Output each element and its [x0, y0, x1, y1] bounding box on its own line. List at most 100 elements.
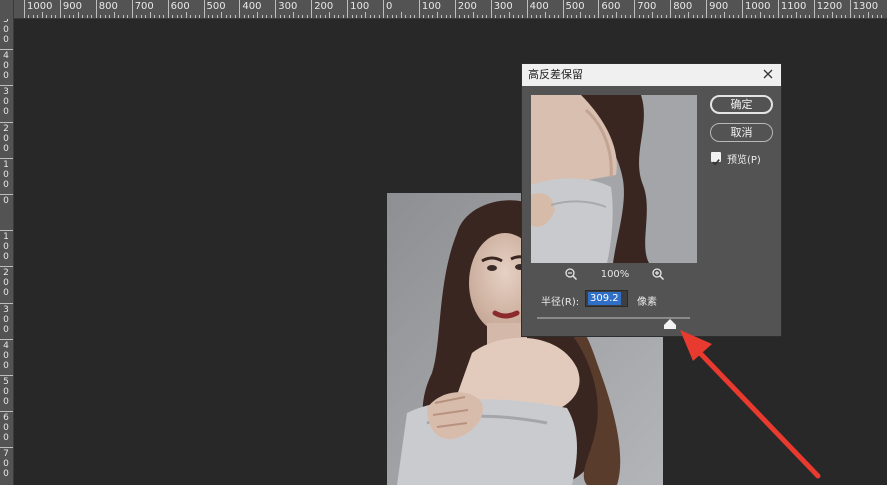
ruler-tick-label: 400	[242, 1, 262, 12]
ruler-minor-tick	[647, 15, 649, 18]
ruler-tick-label: 800	[673, 1, 693, 12]
ruler-minor-tick	[607, 15, 609, 18]
ruler-minor-tick	[818, 15, 820, 18]
ruler-minor-tick	[679, 15, 681, 18]
ruler-minor-tick	[809, 15, 811, 18]
ruler-minor-tick	[252, 15, 254, 18]
ruler-minor-tick	[302, 15, 304, 18]
radius-slider-handle[interactable]	[664, 319, 676, 329]
ruler-minor-tick	[504, 15, 506, 18]
cancel-button[interactable]: 取消	[710, 123, 773, 142]
ruler-minor-tick	[423, 15, 425, 18]
ruler-minor-tick	[243, 15, 245, 18]
filter-preview[interactable]	[531, 95, 697, 263]
ruler-minor-tick	[836, 15, 838, 18]
zoom-in-icon[interactable]	[651, 267, 665, 281]
ruler-minor-tick	[477, 15, 479, 18]
ruler-major-tick	[777, 0, 779, 18]
ruler-minor-tick	[728, 15, 730, 18]
ruler-minor-tick	[737, 15, 739, 18]
ruler-major-tick	[0, 266, 13, 268]
ruler-minor-tick	[257, 12, 259, 18]
ruler-minor-tick	[320, 15, 322, 18]
ruler-minor-tick	[652, 12, 654, 18]
preview-image	[531, 95, 697, 263]
ruler-minor-tick	[580, 12, 582, 18]
ruler-minor-tick	[854, 15, 856, 18]
ruler-minor-tick	[656, 15, 658, 18]
ruler-minor-tick	[724, 12, 726, 18]
ruler-minor-tick	[315, 15, 317, 18]
ruler-minor-tick	[827, 15, 829, 18]
ruler-minor-tick	[638, 15, 640, 18]
ruler-minor-tick	[324, 15, 326, 18]
radius-unit-label: 像素	[637, 297, 657, 308]
close-icon[interactable]	[761, 67, 775, 81]
ruler-minor-tick	[225, 15, 227, 18]
dialog-titlebar[interactable]: 高反差保留	[522, 64, 781, 86]
ruler-minor-tick	[145, 15, 147, 18]
ruler-major-tick	[59, 0, 61, 18]
ruler-major-tick	[275, 0, 277, 18]
ruler-minor-tick	[575, 15, 577, 18]
ruler-minor-tick	[378, 15, 380, 18]
ruler-minor-tick	[674, 15, 676, 18]
ruler-minor-tick	[593, 15, 595, 18]
ruler-minor-tick	[284, 15, 286, 18]
ruler-minor-tick	[387, 15, 389, 18]
ruler-minor-tick	[414, 15, 416, 18]
ruler-minor-tick	[351, 15, 353, 18]
ruler-minor-tick	[445, 15, 447, 18]
ruler-minor-tick	[768, 15, 770, 18]
ruler-minor-tick	[400, 12, 402, 18]
ruler-minor-tick	[688, 12, 690, 18]
ruler-tick-label: 700	[134, 1, 154, 12]
ruler-minor-tick	[481, 15, 483, 18]
ruler-major-tick	[347, 0, 349, 18]
ruler-minor-tick	[365, 12, 367, 18]
ruler-minor-tick	[163, 15, 165, 18]
ruler-minor-tick	[338, 15, 340, 18]
ruler-major-tick	[0, 302, 13, 304]
ruler-tick-label: 400	[3, 340, 9, 371]
ruler-tick-label: 600	[3, 413, 9, 444]
ruler-tick-label: 200	[457, 1, 477, 12]
ruler-minor-tick	[261, 15, 263, 18]
ruler-minor-tick	[872, 15, 874, 18]
ruler-major-tick	[706, 0, 708, 18]
ruler-minor-tick	[472, 12, 474, 18]
ruler-minor-tick	[37, 15, 39, 18]
zoom-out-icon[interactable]	[564, 267, 578, 281]
ruler-minor-tick	[553, 15, 555, 18]
ruler-tick-label: 900	[62, 1, 82, 12]
ruler-minor-tick	[795, 12, 797, 18]
ruler-tick-label: 500	[3, 19, 9, 45]
ruler-major-tick	[0, 194, 13, 195]
ruler-minor-tick	[199, 15, 200, 18]
ruler-major-tick	[742, 0, 743, 18]
ruler-minor-tick	[118, 15, 120, 18]
ruler-minor-tick	[230, 15, 232, 18]
ruler-minor-tick	[181, 15, 183, 18]
preview-checkbox[interactable]	[711, 152, 721, 166]
ruler-minor-tick	[822, 15, 824, 18]
ruler-minor-tick	[185, 12, 187, 18]
ruler-minor-tick	[531, 15, 533, 18]
ok-button[interactable]: 确定	[710, 95, 773, 114]
ruler-major-tick	[0, 49, 13, 51]
ruler-minor-tick	[782, 15, 784, 18]
radius-input[interactable]: 309.2	[585, 290, 628, 307]
ruler-minor-tick	[396, 15, 398, 18]
ruler-minor-tick	[64, 15, 66, 18]
ruler-tick-label: 600	[601, 1, 621, 12]
ruler-tick-label: 200	[3, 268, 9, 299]
ruler-tick-label: 0	[3, 196, 9, 206]
ruler-major-tick	[0, 338, 13, 340]
ruler-minor-tick	[661, 15, 663, 18]
ruler-minor-tick	[831, 12, 833, 18]
ruler-major-tick	[490, 0, 492, 18]
ruler-minor-tick	[100, 15, 102, 18]
ruler-minor-tick	[104, 15, 106, 18]
ruler-major-tick	[311, 0, 313, 18]
ruler-minor-tick	[508, 12, 510, 18]
